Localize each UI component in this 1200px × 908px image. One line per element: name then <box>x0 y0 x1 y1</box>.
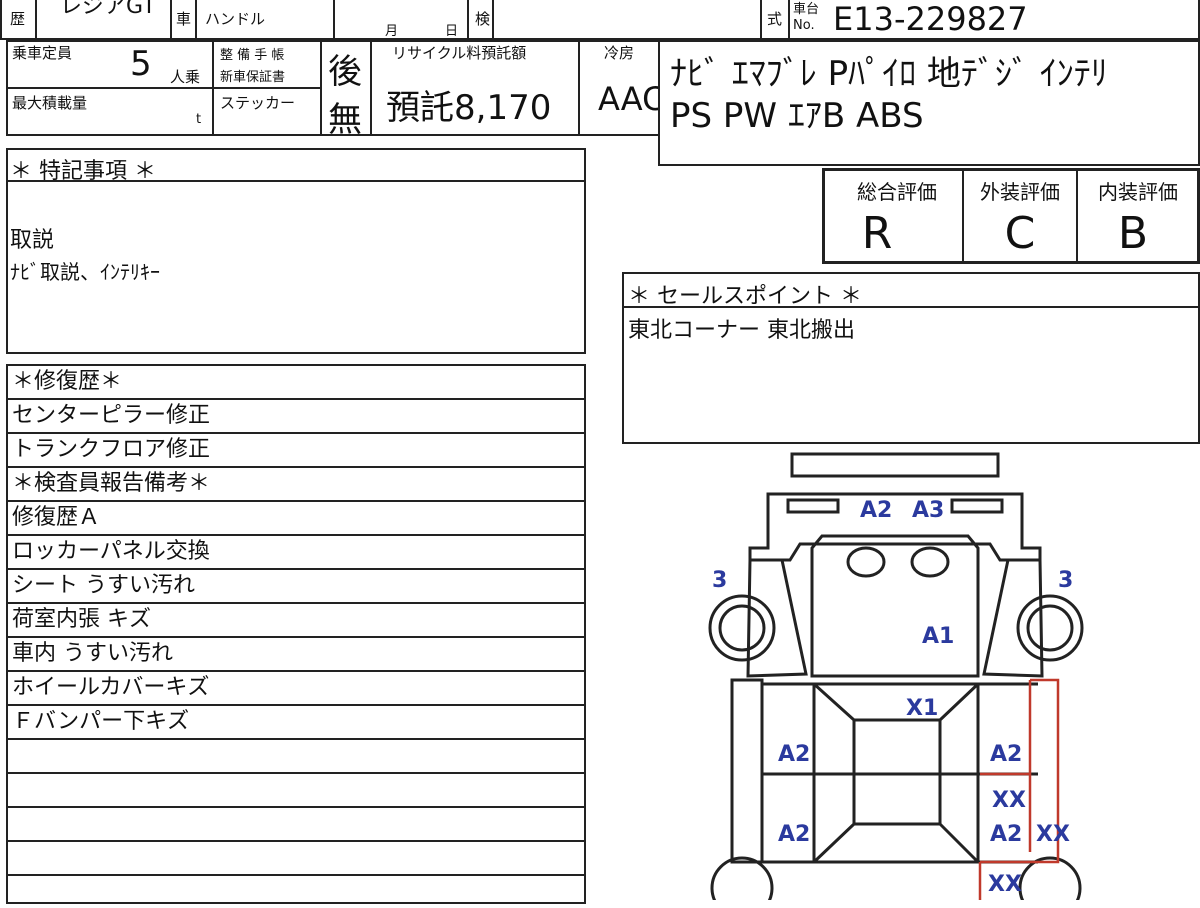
aircon-value: AAC <box>598 80 665 118</box>
recycle-value: 預託8,170 <box>386 88 552 128</box>
divider <box>170 0 172 40</box>
list-item: 修復歴Ａ <box>8 500 584 534</box>
equipment-line-2: PS PW ｴｱB ABS <box>670 96 924 136</box>
wheel-rear-right <box>1018 856 1082 900</box>
mark-center-x1: X1 <box>906 696 939 721</box>
right-fender <box>982 558 1044 678</box>
exterior-grade-value: C <box>1004 208 1036 259</box>
mark-right-a2-lower: A2 <box>990 822 1023 847</box>
divider <box>212 40 214 136</box>
left-rocker <box>730 678 764 864</box>
list-item <box>8 806 584 840</box>
divider <box>760 0 762 40</box>
divider <box>370 40 372 136</box>
left-fender <box>746 558 808 678</box>
roof-outline <box>852 718 942 826</box>
label-day: 日 <box>445 24 459 39</box>
divider <box>333 0 335 40</box>
list-item: ＊検査員報告備考＊ <box>8 466 584 500</box>
list-item: シート うすい汚れ <box>8 568 584 602</box>
special-notes-title: ＊ 特記事項 ＊ <box>10 159 156 184</box>
list-item <box>8 772 584 806</box>
divider <box>6 87 322 89</box>
list-item: トランクフロア修正 <box>8 432 584 466</box>
label-reki: 歴 <box>10 10 26 28</box>
maintenance-label-1: 整 備 手 帳 <box>220 48 285 63</box>
list-item: ホイールカバーキズ <box>8 670 584 704</box>
sales-point-text: 東北コーナー 東北搬出 <box>628 318 855 343</box>
list-item <box>8 738 584 772</box>
label-no: No. <box>793 18 815 33</box>
exterior-grade-label: 外装評価 <box>980 180 1060 204</box>
headlight-left <box>846 546 886 578</box>
mark-right-xx-upper: XX <box>992 788 1026 813</box>
max-load-label: 最大積載量 <box>12 94 88 112</box>
capacity-unit: 人乗 <box>170 68 201 86</box>
divider <box>578 40 580 136</box>
interior-grade-value: B <box>1117 208 1149 259</box>
capacity-value: 5 <box>130 44 152 84</box>
sticker-label: ステッカー <box>220 94 296 112</box>
wheel-rear-left <box>710 856 774 900</box>
chassis-number: E13-229827 <box>833 0 1028 38</box>
list-item: センターピラー修正 <box>8 398 584 432</box>
label-chassis: 車台 <box>793 2 820 17</box>
mark-hood-a1: A1 <box>922 624 955 649</box>
list-item: ロッカーパネル交換 <box>8 534 584 568</box>
repair-list: ＊修復歴＊ センターピラー修正 トランクフロア修正 ＊検査員報告備考＊ 修復歴Ａ… <box>6 364 586 904</box>
list-item <box>8 840 584 874</box>
mark-wheel-fl: 3 <box>712 568 728 593</box>
headlight-right <box>910 546 950 578</box>
hood-outline <box>810 534 980 678</box>
mark-front-a2: A2 <box>860 498 893 523</box>
list-item: Ｆバンパー下キズ <box>8 704 584 738</box>
mark-right-xx-lower: XX <box>988 872 1022 897</box>
divider <box>320 40 322 136</box>
divider <box>788 0 790 40</box>
list-item <box>8 874 584 908</box>
capacity-label: 乗車定員 <box>12 44 73 62</box>
maintenance-value: 後 <box>328 52 362 92</box>
special-notes-line-2: ﾅﾋﾞ取説、ｲﾝﾃﾘｷｰ <box>10 260 160 284</box>
divider <box>492 0 494 40</box>
list-item: ＊修復歴＊ <box>8 364 584 398</box>
overall-grade-label: 総合評価 <box>857 180 937 204</box>
mark-left-a2-lower: A2 <box>778 822 811 847</box>
maintenance-label-2: 新車保証書 <box>220 70 286 85</box>
sticker-value: 無 <box>328 100 362 140</box>
mark-right-a2-upper: A2 <box>990 742 1023 767</box>
special-notes-line-1: 取説 <box>10 228 55 253</box>
mark-right-xx-side: XX <box>1036 822 1070 847</box>
model-name: レジアGT <box>60 0 156 19</box>
front-panel-outline <box>748 492 1042 562</box>
front-light-right <box>950 498 1004 514</box>
list-item: 荷室内張 キズ <box>8 602 584 636</box>
front-bumper-outline <box>790 452 1000 478</box>
mark-left-a2-upper: A2 <box>778 742 811 767</box>
recycle-label: リサイクル料預託額 <box>392 44 527 62</box>
sales-point-title: ＊ セールスポイント ＊ <box>628 284 862 309</box>
label-month: 月 <box>385 24 399 39</box>
interior-grade-label: 内装評価 <box>1098 180 1178 204</box>
divider <box>467 0 469 40</box>
list-item: 車内 うすい汚れ <box>8 636 584 670</box>
front-light-left <box>786 498 840 514</box>
label-ken: 検 <box>475 10 491 28</box>
label-handle: ハンドル <box>205 10 266 28</box>
overall-grade-value: R <box>861 208 893 259</box>
max-load-unit: t <box>196 112 202 127</box>
divider <box>35 0 37 40</box>
aircon-label: 冷房 <box>604 44 635 62</box>
divider <box>195 0 197 40</box>
mark-front-a3: A3 <box>912 498 945 523</box>
label-kuruma: 車 <box>176 10 192 28</box>
mark-wheel-fr: 3 <box>1058 568 1074 593</box>
label-shiki: 式 <box>767 10 783 28</box>
